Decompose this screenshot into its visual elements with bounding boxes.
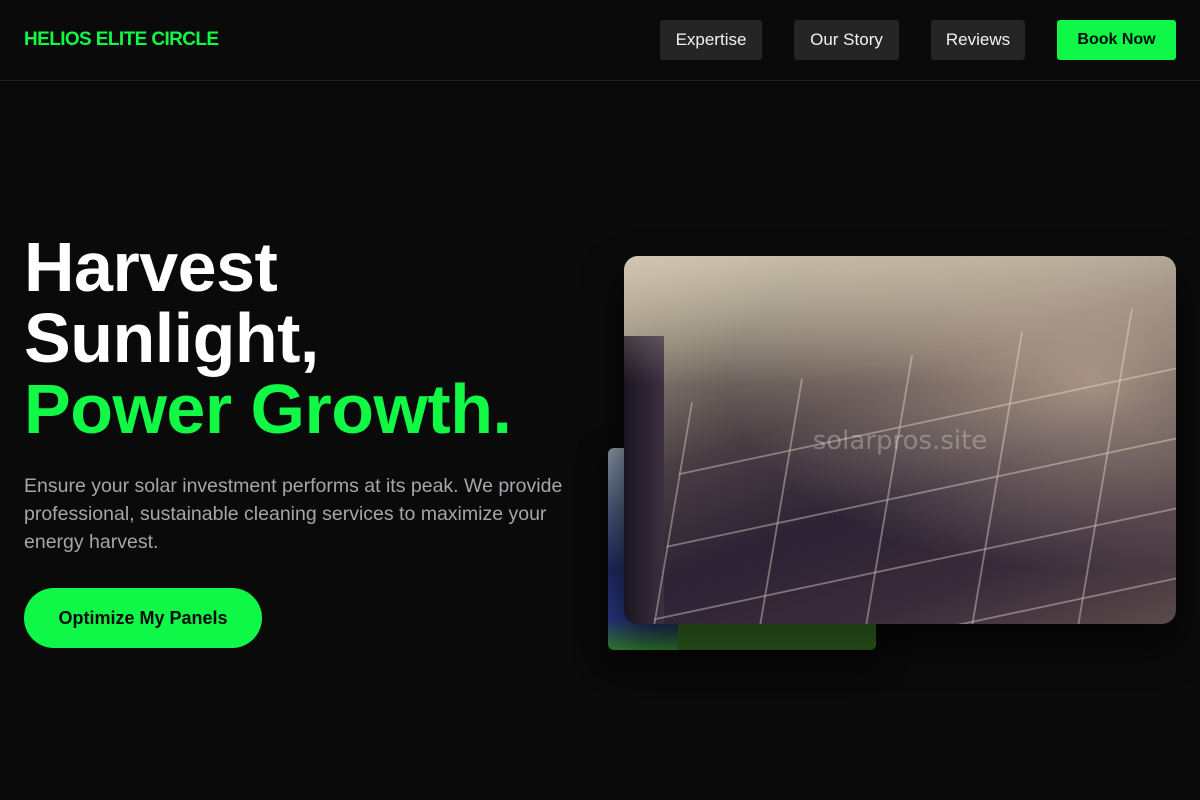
grass-strip <box>678 624 876 650</box>
hero-subtitle: Ensure your solar investment performs at… <box>24 475 563 553</box>
nav-our-story-button[interactable]: Our Story <box>794 20 899 60</box>
hero-headline-line-1: Harvest <box>24 228 278 306</box>
hero-headline-line-2: Sunlight, <box>24 299 319 377</box>
hero-headline: Harvest Sunlight, Power Growth. <box>24 228 512 448</box>
hero-headline-accent: Power Growth. <box>24 370 512 448</box>
nav-expertise-button[interactable]: Expertise <box>660 20 762 60</box>
solar-panel-closeup-photo: solarpros.site <box>624 256 1176 624</box>
optimize-panels-button[interactable]: Optimize My Panels <box>24 588 262 648</box>
book-now-button[interactable]: Book Now <box>1057 20 1176 60</box>
top-navigation-bar: HELIOS ELITE CIRCLE Expertise Our Story … <box>0 0 1200 81</box>
brand-logo[interactable]: HELIOS ELITE CIRCLE <box>24 29 219 51</box>
photo-watermark: solarpros.site <box>812 426 988 456</box>
nav-reviews-button[interactable]: Reviews <box>931 20 1025 60</box>
